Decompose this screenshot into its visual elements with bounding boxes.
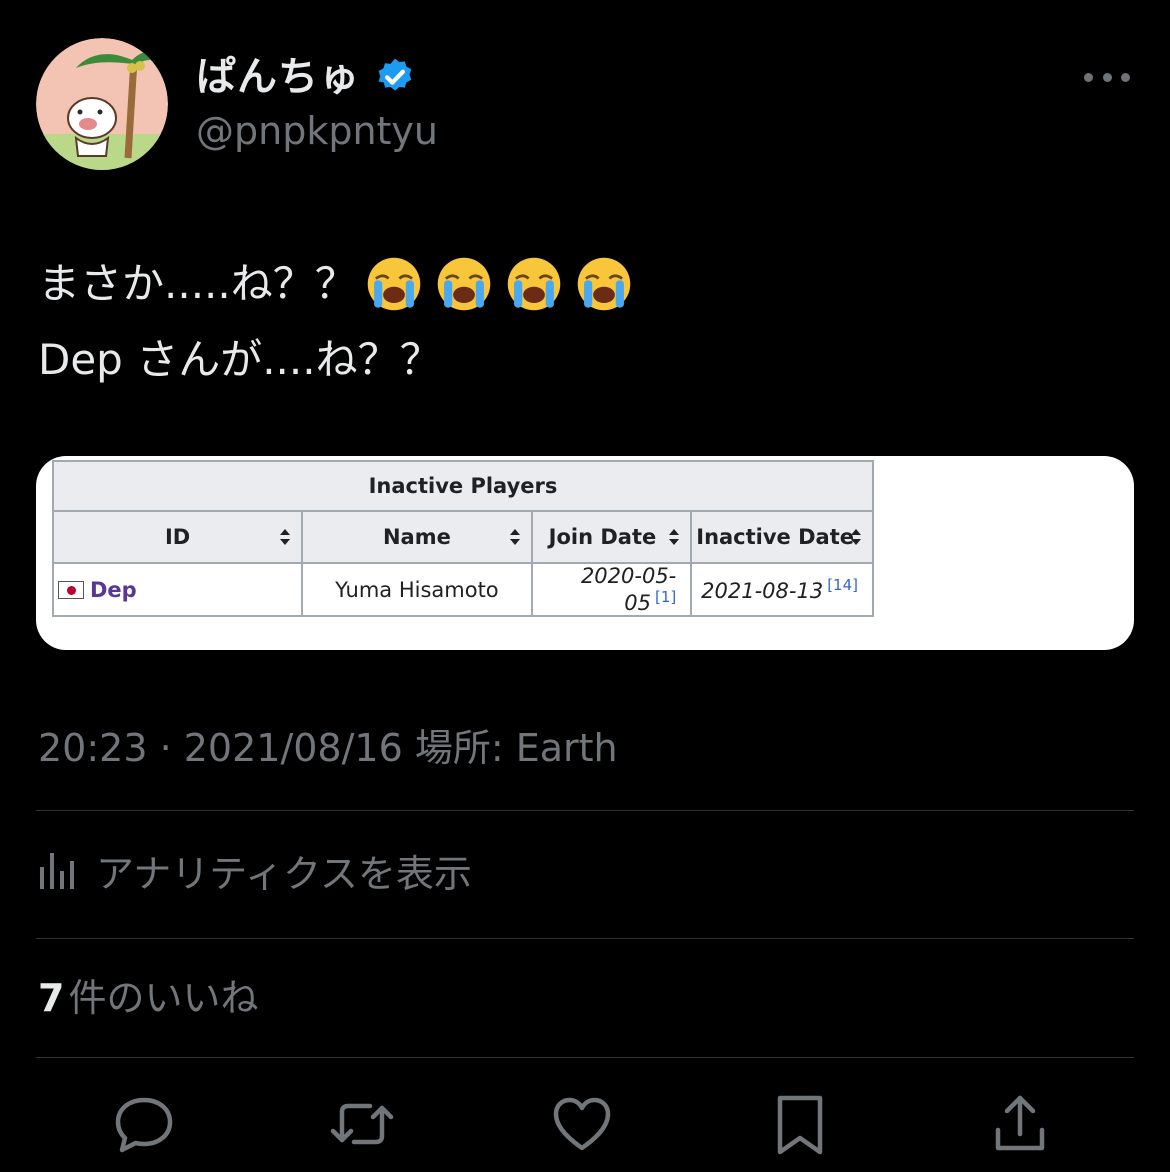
likes-count: 7 [38, 976, 65, 1020]
more-dot [1084, 72, 1093, 82]
player-link[interactable]: Dep [90, 578, 137, 602]
like-button[interactable] [550, 1092, 614, 1156]
panda-pig-avatar-image [36, 38, 168, 170]
display-name-text: ぱんちゅ [196, 54, 360, 100]
tweet-text-line-2: Dep さんが....ね？？ [38, 335, 442, 384]
bookmark-button[interactable] [768, 1092, 832, 1156]
like-icon [553, 1097, 611, 1151]
verified-badge-icon [378, 58, 412, 91]
loudly-crying-face-icon [367, 257, 421, 311]
analytics-link[interactable]: アナリティクスを表示 [38, 842, 472, 898]
loudly-crying-face-icon [577, 257, 631, 311]
divider [36, 810, 1134, 811]
inactive-date-value: 2021-08-13 [701, 579, 824, 603]
inactive-players-table: Inactive Players ID Name Join Date Inact… [51, 460, 874, 617]
media-card[interactable]: Inactive Players ID Name Join Date Inact… [36, 456, 1134, 650]
retweet-button[interactable] [330, 1092, 394, 1156]
cell-id: Dep [51, 562, 304, 617]
display-name[interactable]: ぱんちゅ [196, 50, 416, 104]
analytics-label: アナリティクスを表示 [96, 851, 472, 896]
share-button[interactable] [988, 1092, 1052, 1156]
sort-icon [669, 529, 680, 545]
tweet-text-line-1: まさか.....ね？？ [38, 246, 1128, 322]
tweet-detail: ぱんちゅ @pnpkpntyu まさか.....ね？？ Dep さんが....ね… [0, 0, 1170, 1172]
loudly-crying-face-icon [437, 257, 491, 311]
column-header-label: Name [382, 525, 451, 549]
sort-icon [280, 529, 291, 545]
column-header-label: Inactive Date [696, 525, 854, 549]
reply-button[interactable] [112, 1092, 176, 1156]
divider [36, 1057, 1134, 1058]
cell-join-date: 2020-05-05 [1] [530, 562, 693, 617]
column-header-name[interactable]: Name [301, 510, 533, 564]
reference-link[interactable]: [14] [827, 576, 858, 594]
more-dot [1102, 72, 1112, 82]
column-header-label: Join Date [548, 525, 657, 549]
cell-name: Yuma Hisamoto [301, 562, 533, 617]
reply-icon [115, 1097, 173, 1153]
tweet-timestamp[interactable]: 20:23 · 2021/08/16 場所: Earth [38, 722, 618, 774]
tweet-text: まさか.....ね？？ Dep さんが....ね？？ [38, 246, 1128, 398]
avatar[interactable] [36, 38, 168, 170]
column-header-label: ID [164, 525, 191, 549]
more-dot [1121, 72, 1130, 82]
sort-icon [509, 529, 520, 545]
divider [36, 938, 1134, 939]
cell-inactive-date: 2021-08-13 [14] [690, 562, 874, 617]
likes-link[interactable]: 7 件のいいね [38, 972, 258, 1024]
retweet-icon [330, 1103, 394, 1145]
bookmark-icon [777, 1095, 823, 1155]
more-icon[interactable] [1084, 62, 1130, 92]
tweet-text-line-1-text: まさか.....ね？？ [38, 259, 357, 308]
reference-link[interactable]: [1] [655, 588, 676, 606]
table-row: Dep Yuma Hisamoto 2020-05-05 [1] 2021-08-… [51, 562, 874, 617]
table-caption: Inactive Players [52, 460, 874, 512]
column-header-id[interactable]: ID [51, 510, 304, 564]
emoji-row [365, 255, 633, 313]
share-icon [995, 1095, 1045, 1151]
column-header-inactive-date[interactable]: Inactive Date [690, 510, 874, 564]
japan-flag-icon [58, 581, 84, 599]
loudly-crying-face-icon [507, 257, 561, 311]
likes-label: 件のいいね [68, 976, 259, 1020]
user-handle[interactable]: @pnpkpntyu [196, 106, 438, 156]
sort-icon [851, 529, 861, 545]
bar-chart-icon [40, 853, 74, 889]
column-header-join-date[interactable]: Join Date [530, 510, 693, 564]
